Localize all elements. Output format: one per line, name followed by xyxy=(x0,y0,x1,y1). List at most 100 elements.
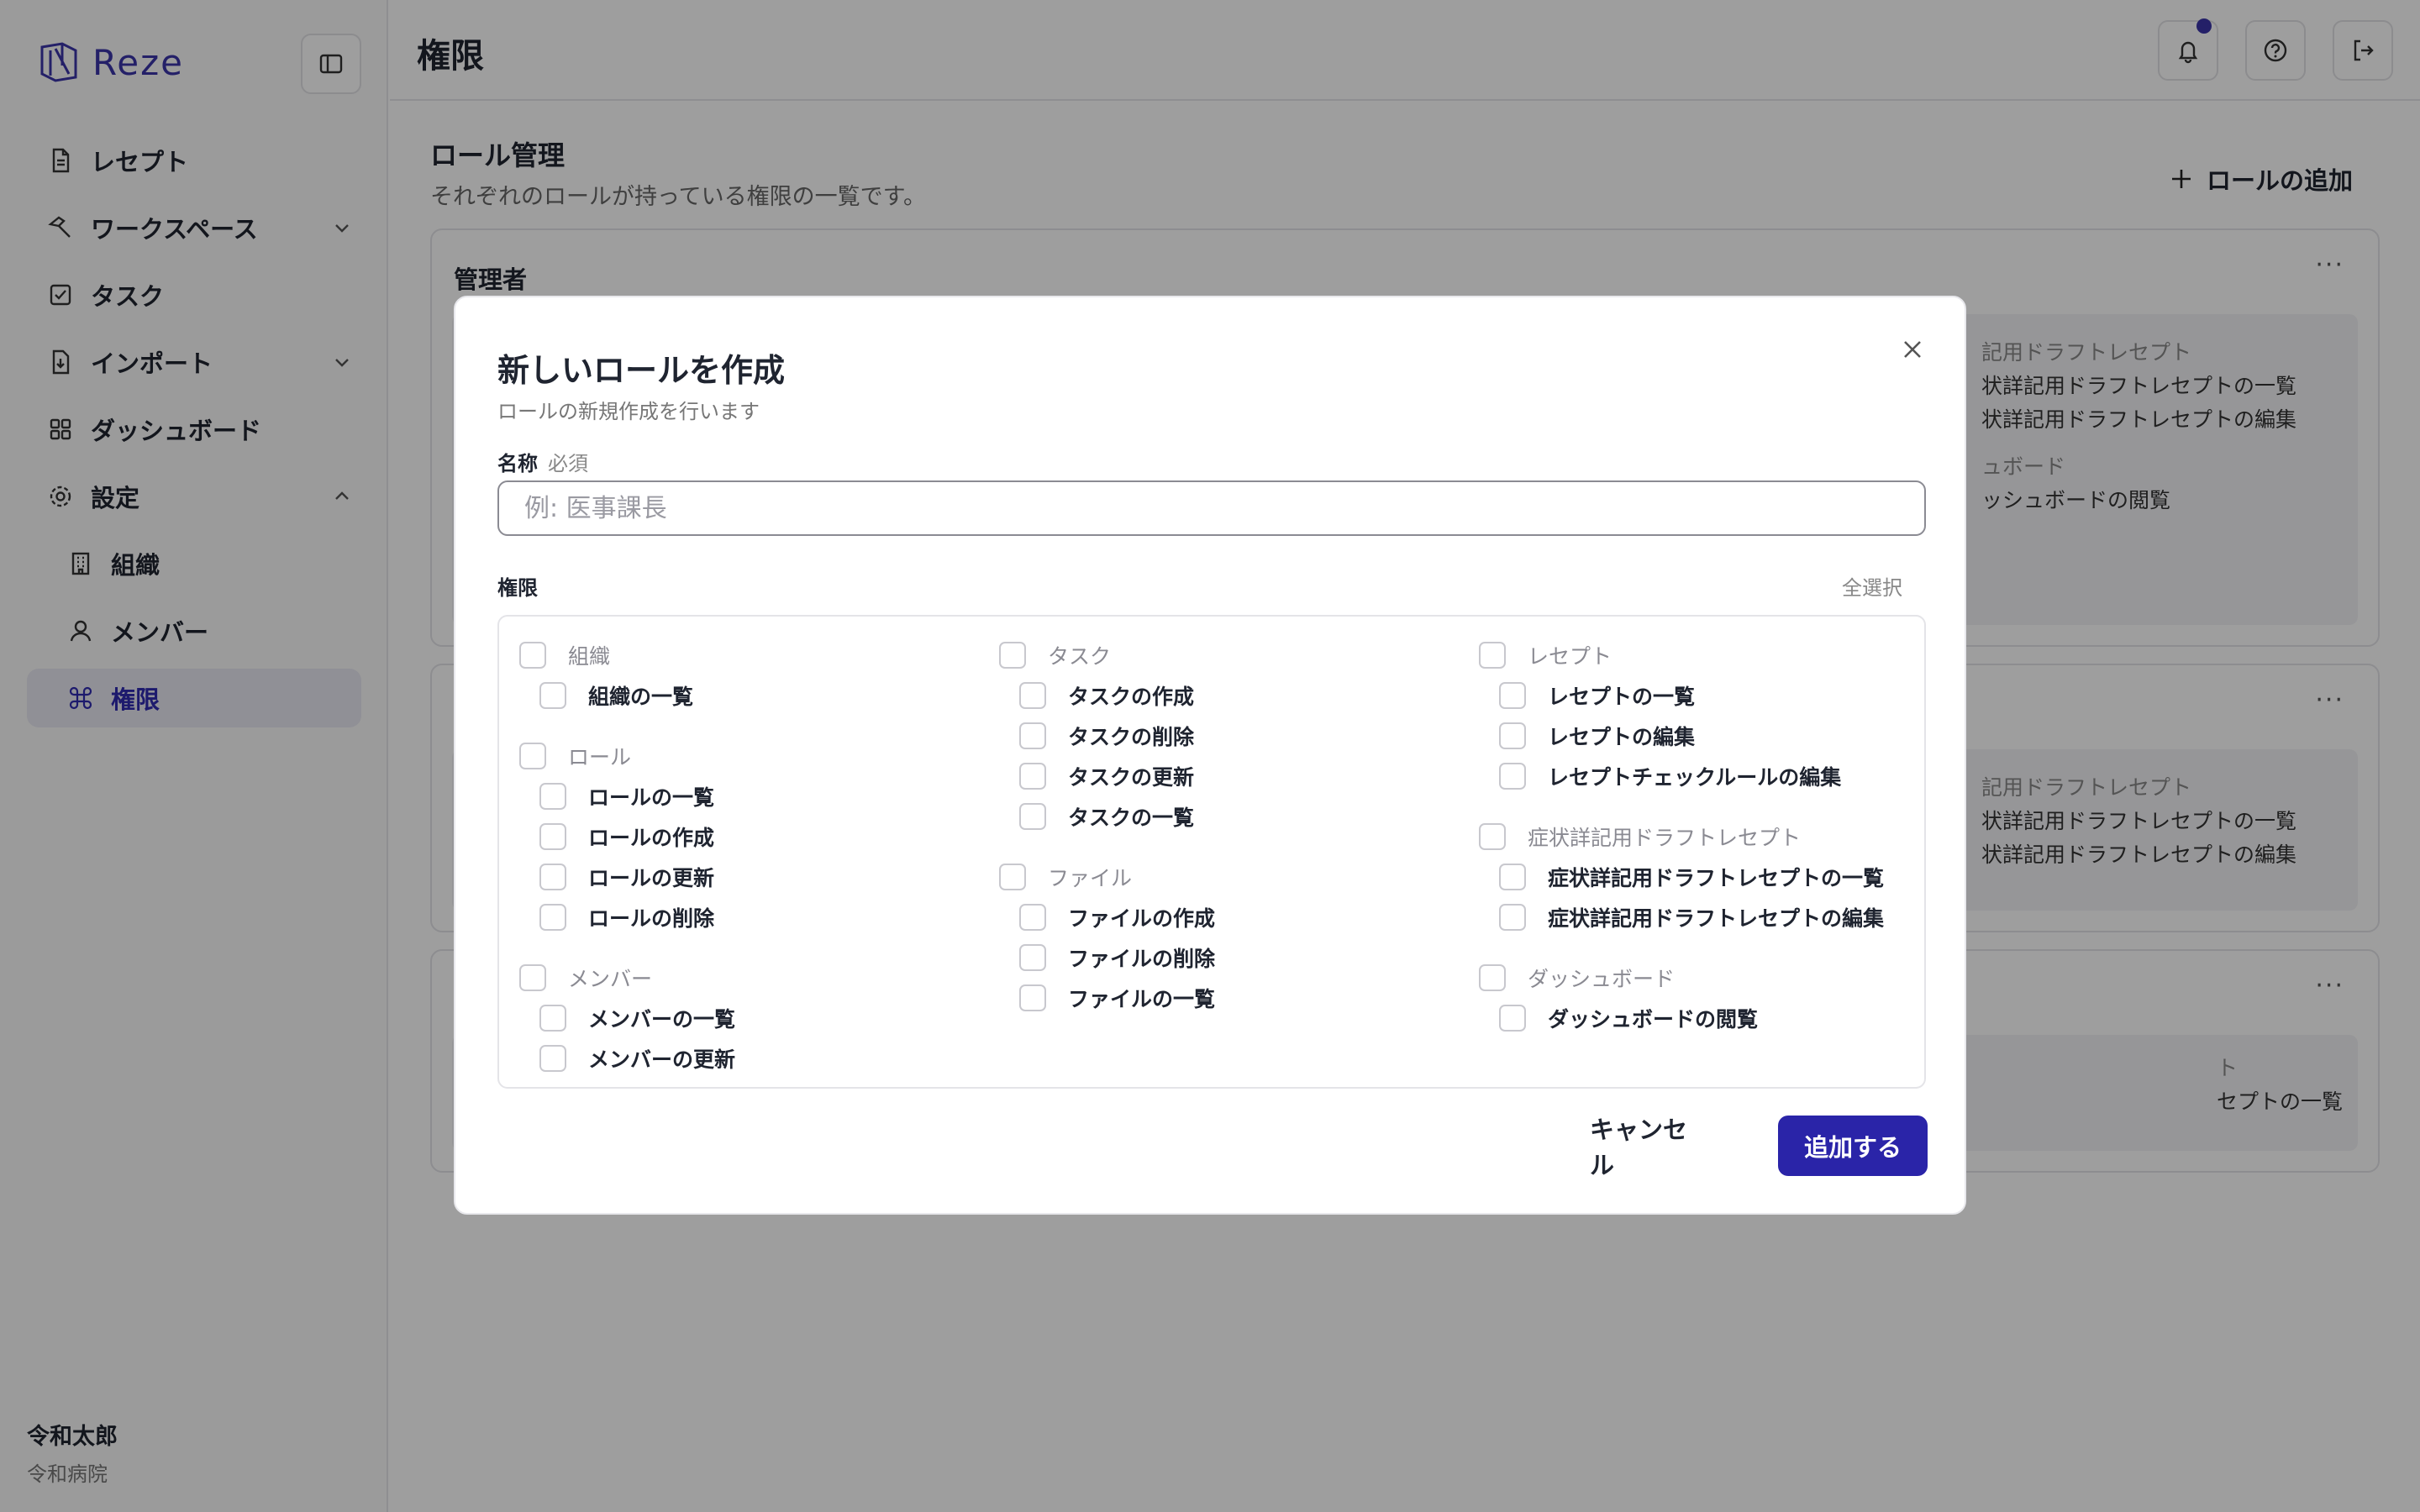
checkbox[interactable] xyxy=(519,743,546,769)
permission-row[interactable]: 組織の一覧 xyxy=(519,675,990,716)
permission-group-row[interactable]: 組織 xyxy=(519,635,990,675)
permission-row[interactable]: メンバーの更新 xyxy=(519,1038,990,1079)
checkbox[interactable] xyxy=(1479,964,1506,991)
checkbox[interactable] xyxy=(1019,944,1046,971)
permission-row[interactable]: 症状詳記用ドラフトレセプトの編集 xyxy=(1479,897,1949,937)
checkbox[interactable] xyxy=(1019,984,1046,1011)
permission-label: ダッシュボードの閲覧 xyxy=(1548,1007,1759,1032)
close-icon[interactable] xyxy=(1897,334,1928,365)
checkbox[interactable] xyxy=(1499,904,1526,931)
name-field-label: 名称 必須 xyxy=(497,447,588,476)
dialog-subtitle: ロールの新規作成を行います xyxy=(497,400,760,423)
permission-row[interactable]: ロールの更新 xyxy=(519,857,990,897)
permission-row[interactable]: ロールの作成 xyxy=(519,816,990,857)
create-role-dialog: 新しいロールを作成 ロールの新規作成を行います 名称必須 権限 全選択 組織 組… xyxy=(454,296,1966,1215)
permission-row[interactable]: ロールの一覧 xyxy=(519,776,990,816)
permission-group-label: メンバー xyxy=(568,967,653,991)
permission-label: レセプトの一覧 xyxy=(1548,685,1696,709)
permission-label: ロールの更新 xyxy=(588,866,715,890)
checkbox[interactable] xyxy=(519,642,546,669)
permission-group-label: レセプト xyxy=(1528,644,1612,669)
permission-group-row[interactable]: レセプト xyxy=(1479,635,1949,675)
permission-label: 組織の一覧 xyxy=(588,685,694,709)
checkbox[interactable] xyxy=(539,1045,566,1072)
permission-group: ロール ロールの一覧 ロールの作成 ロールの更新 ロールの削除 xyxy=(519,736,990,937)
checkbox[interactable] xyxy=(1479,823,1506,850)
permission-label: メンバーの一覧 xyxy=(588,1007,736,1032)
name-label-text: 名称 xyxy=(497,452,538,475)
permission-row[interactable]: タスクの作成 xyxy=(999,675,1470,716)
permission-label: 症状詳記用ドラフトレセプトの一覧 xyxy=(1548,866,1885,890)
permission-row[interactable]: タスクの削除 xyxy=(999,716,1470,756)
permission-group: レセプト レセプトの一覧 レセプトの編集 レセプトチェックルールの編集 xyxy=(1479,635,1949,796)
permission-group: ダッシュボード ダッシュボードの閲覧 xyxy=(1479,958,1949,1038)
permission-row[interactable]: レセプトの一覧 xyxy=(1479,675,1949,716)
permission-label: ロールの作成 xyxy=(588,826,715,850)
permission-group-row[interactable]: ロール xyxy=(519,736,990,776)
permission-label: ファイルの削除 xyxy=(1068,947,1216,971)
permission-label: レセプトの編集 xyxy=(1548,725,1696,749)
permission-group-row[interactable]: メンバー xyxy=(519,958,990,998)
permission-row[interactable]: ロールの削除 xyxy=(519,897,990,937)
checkbox[interactable] xyxy=(1019,722,1046,749)
permission-group-row[interactable]: ファイル xyxy=(999,857,1470,897)
permission-column: タスク タスクの作成 タスクの削除 タスクの更新 タスクの一覧 ファイル ファイ… xyxy=(999,635,1470,1038)
checkbox[interactable] xyxy=(1499,864,1526,890)
permission-group-label: ファイル xyxy=(1048,866,1133,890)
checkbox[interactable] xyxy=(999,642,1026,669)
permission-column: レセプト レセプトの一覧 レセプトの編集 レセプトチェックルールの編集 症状詳記… xyxy=(1479,635,1949,1058)
submit-button[interactable]: 追加する xyxy=(1778,1116,1928,1176)
checkbox[interactable] xyxy=(1019,904,1046,931)
permission-row[interactable]: タスクの一覧 xyxy=(999,796,1470,837)
select-all-button[interactable]: 全選択 xyxy=(1842,571,1902,601)
permission-group-label: 組織 xyxy=(568,644,611,669)
checkbox[interactable] xyxy=(1019,682,1046,709)
checkbox[interactable] xyxy=(1019,803,1046,830)
required-badge: 必須 xyxy=(548,452,588,475)
checkbox[interactable] xyxy=(539,864,566,890)
checkbox[interactable] xyxy=(1019,763,1046,790)
permission-label: 症状詳記用ドラフトレセプトの編集 xyxy=(1548,906,1885,931)
permission-row[interactable]: レセプトチェックルールの編集 xyxy=(1479,756,1949,796)
permission-row[interactable]: ファイルの作成 xyxy=(999,897,1470,937)
app-root: Reze レセプト ワークスペース タスク インポート ダッシュボード 設定 組… xyxy=(0,0,2420,1512)
permission-group-row[interactable]: ダッシュボード xyxy=(1479,958,1949,998)
permission-label: タスクの更新 xyxy=(1068,765,1195,790)
permission-group-label: 症状詳記用ドラフトレセプト xyxy=(1528,826,1802,850)
checkbox[interactable] xyxy=(1499,763,1526,790)
checkbox[interactable] xyxy=(1499,1005,1526,1032)
checkbox[interactable] xyxy=(519,964,546,991)
permissions-panel: 組織 組織の一覧 ロール ロールの一覧 ロールの作成 ロールの更新 ロールの削除… xyxy=(497,615,1926,1089)
checkbox[interactable] xyxy=(1499,722,1526,749)
checkbox[interactable] xyxy=(539,783,566,810)
permission-label: ファイルの一覧 xyxy=(1068,987,1216,1011)
permission-group: 症状詳記用ドラフトレセプト 症状詳記用ドラフトレセプトの一覧 症状詳記用ドラフト… xyxy=(1479,816,1949,937)
checkbox[interactable] xyxy=(539,823,566,850)
permission-group-row[interactable]: 症状詳記用ドラフトレセプト xyxy=(1479,816,1949,857)
permission-label: メンバーの更新 xyxy=(588,1047,736,1072)
permission-row[interactable]: タスクの更新 xyxy=(999,756,1470,796)
permission-row[interactable]: メンバーの一覧 xyxy=(519,998,990,1038)
permission-label: ロールの削除 xyxy=(588,906,715,931)
checkbox[interactable] xyxy=(1479,642,1506,669)
checkbox[interactable] xyxy=(999,864,1026,890)
cancel-button[interactable]: キャンセル xyxy=(1590,1116,1707,1179)
checkbox[interactable] xyxy=(539,904,566,931)
checkbox[interactable] xyxy=(539,682,566,709)
permission-label: タスクの作成 xyxy=(1068,685,1195,709)
permission-group-row[interactable]: タスク xyxy=(999,635,1470,675)
permission-label: ロールの一覧 xyxy=(588,785,715,810)
permission-group: メンバー メンバーの一覧 メンバーの更新 xyxy=(519,958,990,1079)
role-name-input[interactable] xyxy=(497,480,1926,536)
permission-group-label: ロール xyxy=(568,745,632,769)
permissions-label: 権限 xyxy=(497,576,538,600)
permission-group-label: タスク xyxy=(1048,644,1112,669)
permission-label: ファイルの作成 xyxy=(1068,906,1216,931)
permission-row[interactable]: レセプトの編集 xyxy=(1479,716,1949,756)
permission-row[interactable]: ファイルの削除 xyxy=(999,937,1470,978)
checkbox[interactable] xyxy=(539,1005,566,1032)
permission-row[interactable]: ダッシュボードの閲覧 xyxy=(1479,998,1949,1038)
permission-row[interactable]: ファイルの一覧 xyxy=(999,978,1470,1018)
checkbox[interactable] xyxy=(1499,682,1526,709)
permission-row[interactable]: 症状詳記用ドラフトレセプトの一覧 xyxy=(1479,857,1949,897)
